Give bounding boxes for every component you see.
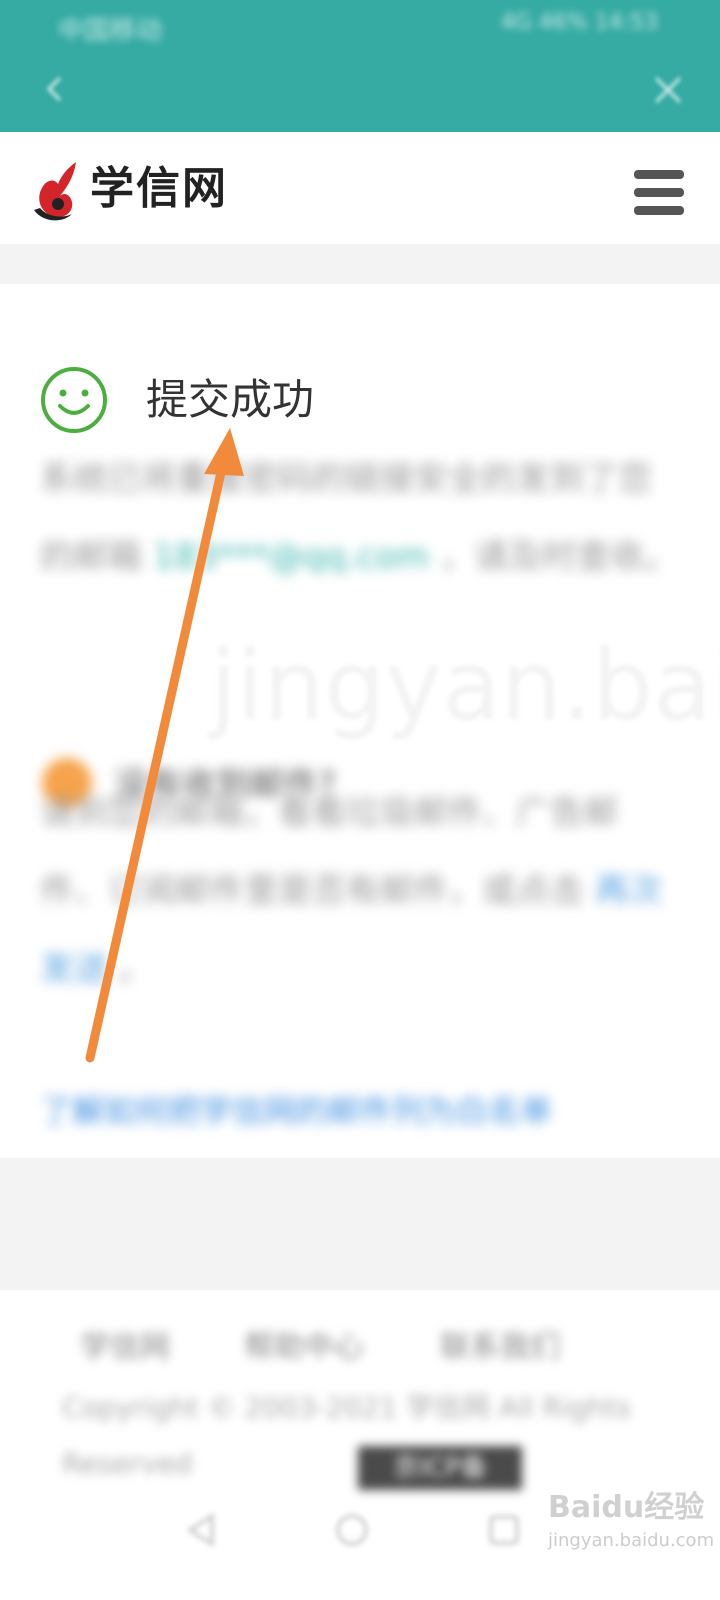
watermark-ghost-text: jingyan.baidu.com	[210, 630, 720, 742]
square-recent-icon[interactable]	[486, 1512, 522, 1548]
watermark-brand: Baidu经验	[548, 1490, 705, 1525]
xuexin-logo-icon[interactable]	[28, 158, 88, 224]
triangle-back-icon[interactable]	[184, 1512, 220, 1548]
footer-link-help[interactable]: 帮助中心	[244, 1322, 364, 1366]
watermark-url: jingyan.baidu.com	[548, 1530, 715, 1551]
brand-name: 学信网	[90, 163, 228, 214]
status-carrier: 中国移动	[58, 16, 163, 46]
status-indicators: 4G 46% 14:53	[500, 10, 658, 35]
result-message: 系统已将重置密码的链接安全的发到了您的邮箱 183***@qq.com ，请及时…	[40, 440, 680, 596]
smile-icon	[41, 367, 107, 433]
beian-button[interactable]: 京ICP备	[358, 1446, 522, 1490]
section-gap	[0, 244, 720, 284]
footer-link-contact[interactable]: 联系我们	[440, 1322, 560, 1366]
success-title: 提交成功	[146, 375, 315, 424]
masked-email: 183***@qq.com	[152, 537, 430, 577]
hamburger-menu-icon[interactable]	[634, 170, 684, 216]
result-message-tail: ，请及时查收。	[429, 537, 679, 577]
circle-home-icon[interactable]	[334, 1512, 370, 1548]
notice-body: 请到您的邮箱，看看垃圾邮件、广告邮件、订阅邮件里是否有邮件，或点击 再次发送 。	[40, 774, 680, 1008]
notice-body-tail: 。	[108, 949, 153, 989]
chevron-left-icon[interactable]	[40, 74, 70, 104]
footer-link-home[interactable]: 学信网	[80, 1322, 170, 1366]
close-icon[interactable]	[650, 72, 686, 108]
whitelist-help-link[interactable]: 了解如何把学信网的邮件列为白名单	[40, 1086, 552, 1136]
notice-body-text: 请到您的邮箱，看看垃圾邮件、广告邮件、订阅邮件里是否有邮件，或点击	[40, 793, 618, 911]
